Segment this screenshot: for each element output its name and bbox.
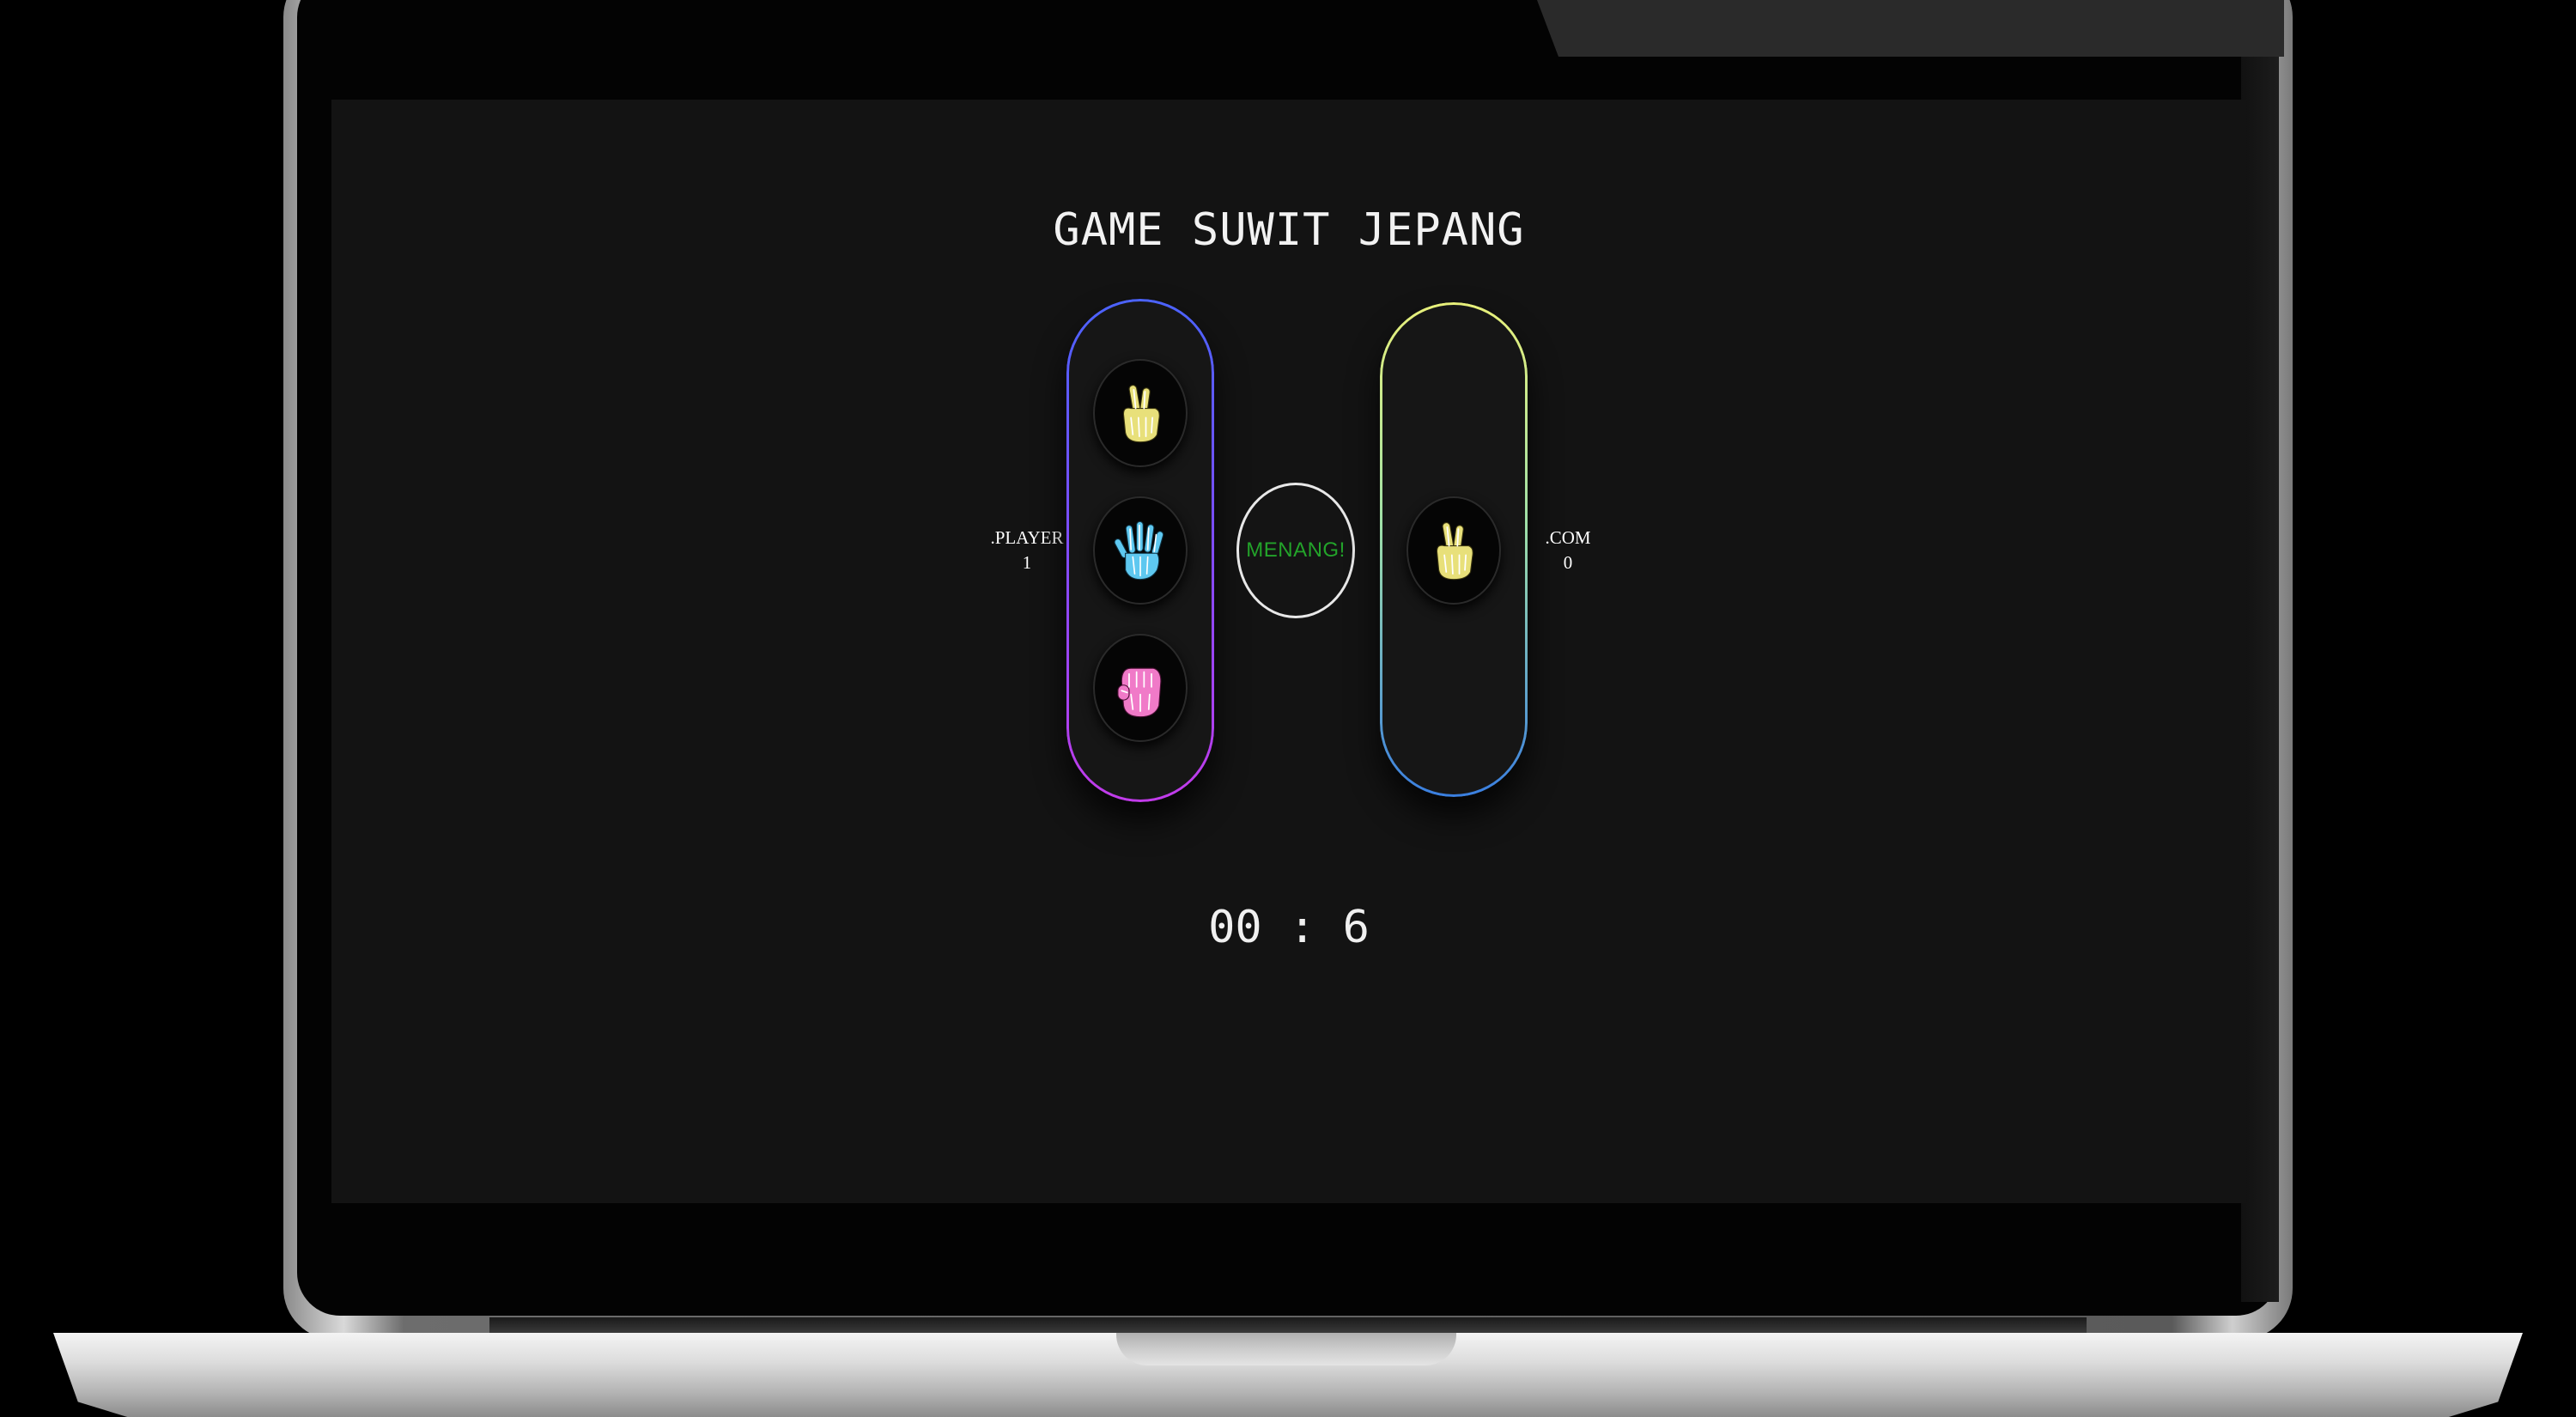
player-score-label: .PLAYER 1	[984, 526, 1070, 575]
com-choice-scissors	[1406, 496, 1501, 605]
skeleton-open-hand-icon	[1114, 520, 1164, 581]
player-choice-paper[interactable]	[1093, 496, 1188, 605]
player-name: .PLAYER	[990, 527, 1064, 548]
game-screen: GAME SUWIT JEPANG .PLAYER 1 MENANG! .COM…	[331, 100, 2246, 1203]
page-title: GAME SUWIT JEPANG	[1053, 204, 1525, 256]
laptop-mockup: GAME SUWIT JEPANG .PLAYER 1 MENANG! .COM…	[0, 0, 2576, 1417]
laptop-opening-notch	[1116, 1333, 1456, 1365]
player-score: 1	[1022, 552, 1032, 573]
skeleton-fist-icon	[1117, 667, 1162, 718]
player-choice-panel	[1066, 299, 1214, 802]
player-choice-rock[interactable]	[1093, 634, 1188, 742]
bezel-reflection-strip	[2241, 57, 2279, 1302]
skeleton-peace-hand-icon	[1122, 385, 1160, 443]
com-score-label: .COM 0	[1525, 526, 1611, 575]
com-score: 0	[1563, 552, 1573, 573]
com-choice-panel	[1380, 302, 1528, 797]
result-indicator: MENANG!	[1236, 483, 1355, 618]
bezel-reflection	[1537, 0, 2284, 57]
player-choice-scissors[interactable]	[1093, 359, 1188, 467]
countdown-timer: 00 : 6	[1208, 902, 1370, 953]
com-name: .COM	[1545, 527, 1591, 548]
skeleton-peace-hand-icon	[1436, 522, 1473, 581]
laptop-hinge	[489, 1317, 2087, 1335]
result-text: MENANG!	[1246, 538, 1346, 562]
